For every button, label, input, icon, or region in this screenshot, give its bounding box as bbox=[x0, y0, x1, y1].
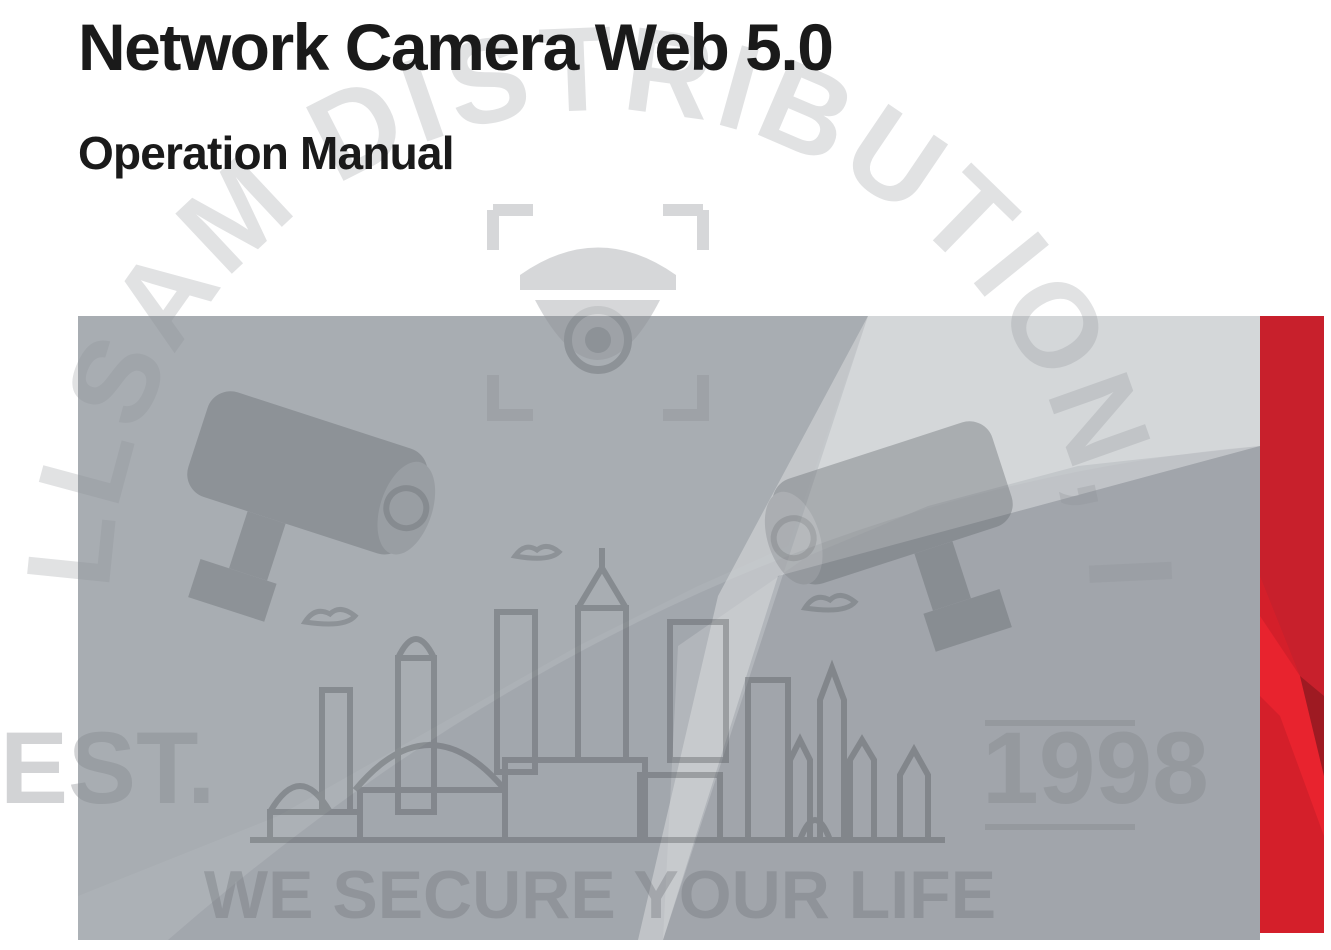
document-title: Network Camera Web 5.0 bbox=[78, 10, 834, 84]
document-subtitle: Operation Manual bbox=[78, 127, 454, 179]
cover-graphic bbox=[78, 316, 1260, 940]
red-accent-bar bbox=[1260, 316, 1324, 933]
